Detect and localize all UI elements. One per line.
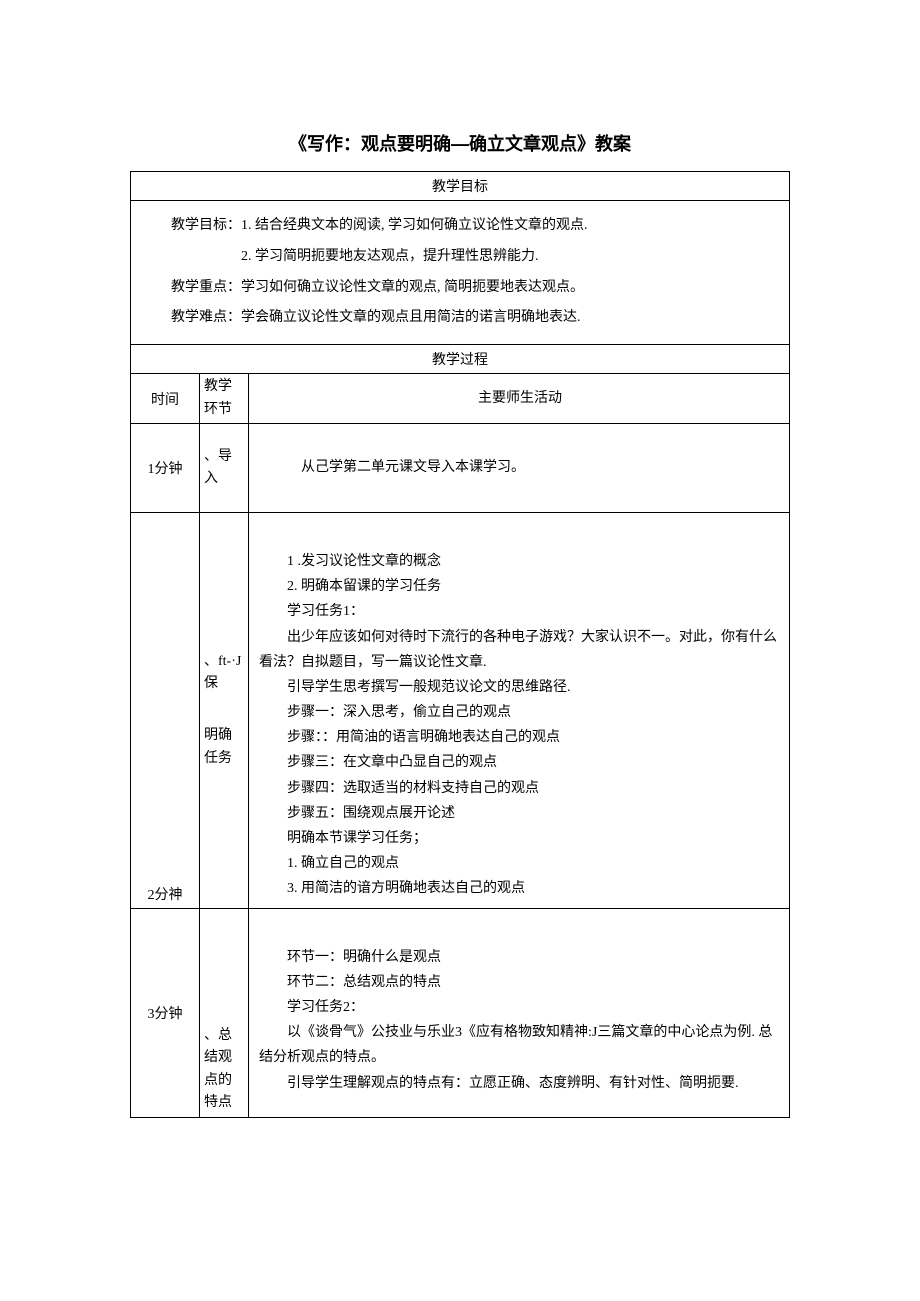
goals-line: 教学重点：学习如何确立议论性文章的观点, 简明扼要地表达观点。 [171,273,779,304]
goals-header: 教学目标 [131,172,790,201]
activity-line: 学习任务2： [259,995,781,1020]
step-label: 、ft-·J保 [204,651,244,696]
activity-line: 步骤五：围绕观点展开论述 [259,801,781,826]
activity-line: 步骤一：深入思考，偷立自己的观点 [259,700,781,725]
activity-text: 从己学第二单元课文导入本课学习。 [259,455,781,480]
activity-line: 1. 确立自己的观点 [259,851,781,876]
goals-cell: 教学目标：1. 结合经典文本的阅读, 学习如何确立议论性文章的观点. 2. 学习… [131,201,790,345]
activity-cell: 从己学第二单元课文导入本课学习。 [249,423,790,512]
process-header: 教学过程 [131,345,790,374]
activity-line: 2. 明确本留课的学习任务 [259,574,781,599]
goals-line: 教学难点：学会确立议论性文章的观点且用简洁的诺言明确地表达. [171,303,779,334]
col-step-header: 教学环节 [200,374,249,424]
activity-cell: 环节一：明确什么是观点 环节二：总结观点的特点 学习任务2： 以《谈骨气》公技业… [249,908,790,1117]
time-cell: 3分钟 [131,908,200,1117]
activity-line: 明确本节课学习任务； [259,826,781,851]
activity-line: 环节一：明确什么是观点 [259,945,781,970]
col-time-header: 时间 [131,374,200,424]
activity-line: 步骤三：在文章中凸显自己的观点 [259,750,781,775]
activity-line: 环节二：总结观点的特点 [259,970,781,995]
activity-line: 引导学生理解观点的特点有：立愿正确、态度辨明、有针对性、简明扼要. [259,1071,781,1096]
goals-line: 2. 学习简明扼要地友达观点，提升理性思辨能力. [171,242,779,273]
time-cell: 1分钟 [131,423,200,512]
page-title: 《写作：观点要明确—确立文章观点》教案 [130,130,790,156]
activity-line: 步骤：：用简油的语言明确地表达自己的观点 [259,725,781,750]
activity-line: 出少年应该如何对待时下流行的各种电子游戏？大家认识不一。对此，你有什么看法？自拟… [259,625,781,675]
step-cell: 、导入 [200,423,249,512]
activity-line: 步骤四：选取适当的材料支持自己的观点 [259,776,781,801]
activity-line: 3. 用简洁的谙方明确地表达自己的观点 [259,876,781,901]
time-cell: 2分神 [131,512,200,908]
activity-line: 引导学生思考撰写一般规范议论文的思维路径. [259,675,781,700]
goals-line: 教学目标：1. 结合经典文本的阅读, 学习如何确立议论性文章的观点. [171,211,779,242]
activity-line: 以《谈骨气》公技业与乐业3《应有格物致知精神:J三篇文章的中心论点为例. 总结分… [259,1020,781,1070]
step-cell: 、总结观点的特点 [200,908,249,1117]
lesson-table: 教学目标 教学目标：1. 结合经典文本的阅读, 学习如何确立议论性文章的观点. … [130,171,790,1118]
activity-line: 1 .发习议论性文章的概念 [259,549,781,574]
col-activity-header: 主要师生活动 [249,374,790,424]
step-cell: 、ft-·J保 明确任务 [200,512,249,908]
activity-line: 学习任务1： [259,599,781,624]
step-label: 明确任务 [204,725,244,770]
activity-cell: 1 .发习议论性文章的概念 2. 明确本留课的学习任务 学习任务1： 出少年应该… [249,512,790,908]
